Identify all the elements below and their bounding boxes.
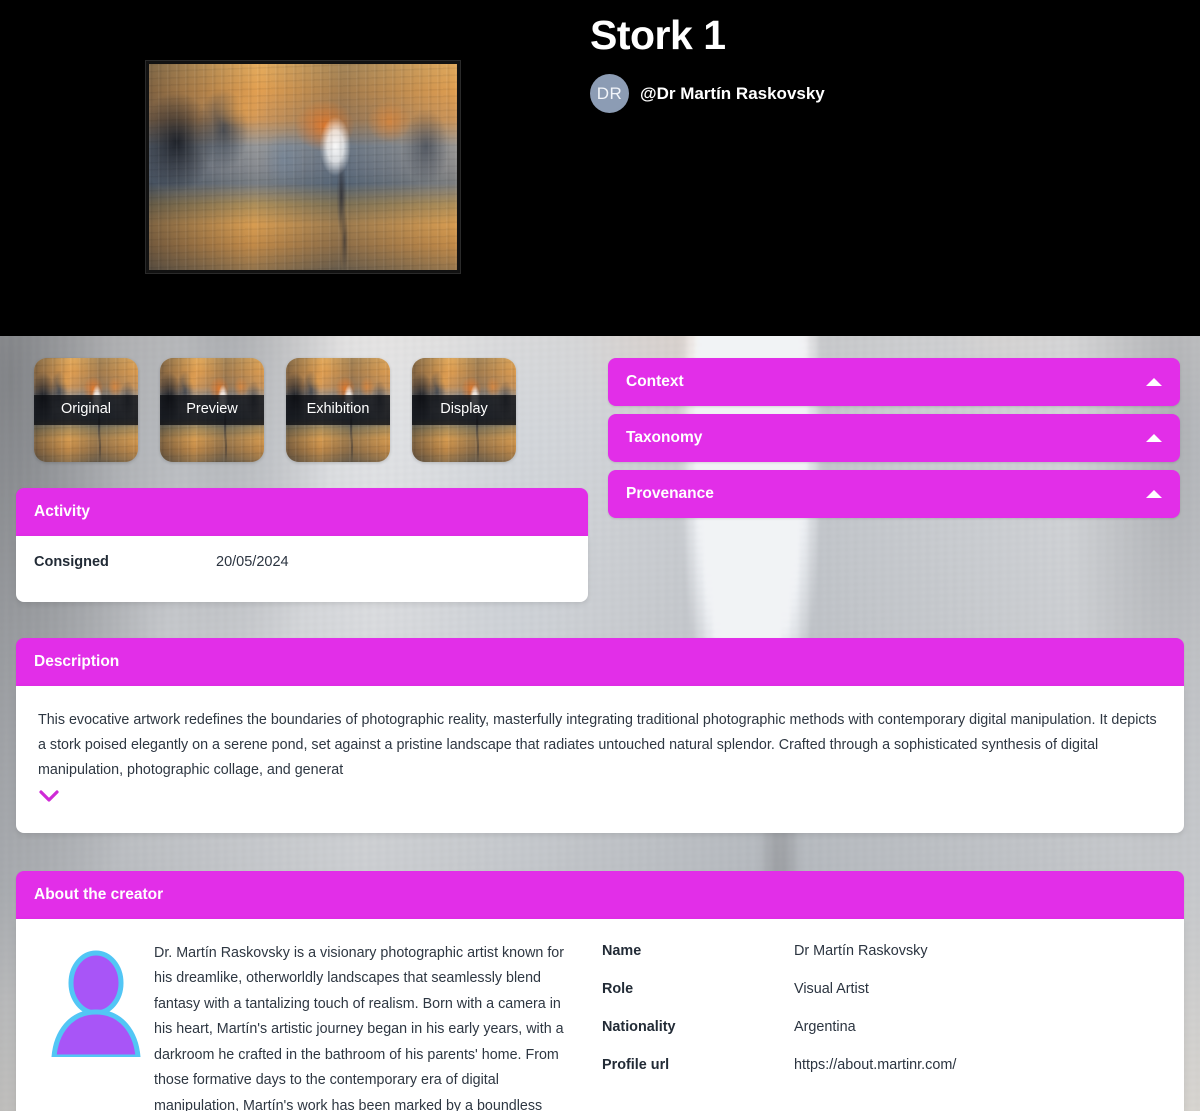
chevron-down-icon[interactable]	[38, 789, 60, 803]
field-value: Argentina	[794, 1019, 856, 1036]
field-key: Nationality	[602, 1019, 676, 1036]
thumbnail-label: Original	[34, 395, 138, 425]
thumbnail-exhibition[interactable]: Exhibition	[286, 358, 390, 462]
creator-bio: Dr. Martín Raskovsky is a visionary phot…	[154, 945, 565, 1111]
activity-card: Activity Consigned 20/05/2024	[16, 488, 588, 602]
description-title: Description	[34, 653, 120, 670]
thumbnail-preview[interactable]: Preview	[160, 358, 264, 462]
activity-body: Consigned 20/05/2024	[16, 536, 588, 602]
field-value[interactable]: https://about.martinr.com/	[794, 1057, 956, 1073]
avatar: DR	[590, 74, 629, 114]
accordion-item-provenance[interactable]: Provenance	[608, 470, 1180, 518]
triangle-up-icon	[1146, 490, 1162, 498]
description-body: This evocative artwork redefines the bou…	[16, 686, 1184, 834]
field-key: Name	[602, 943, 642, 960]
activity-row: Consigned 20/05/2024	[16, 536, 588, 602]
hero-meta: Stork 1 DR @Dr Martín Raskovsky	[590, 12, 1200, 114]
artwork-hero-image[interactable]	[146, 61, 460, 273]
thumbnail-label: Exhibition	[286, 395, 390, 425]
hero-banner: Stork 1 DR @Dr Martín Raskovsky	[0, 0, 1200, 336]
metadata-accordion: Context Taxonomy Provenance	[608, 358, 1180, 518]
thumbnail-display[interactable]: Display	[412, 358, 516, 462]
accordion-item-taxonomy[interactable]: Taxonomy	[608, 414, 1180, 462]
creator-field-nationality: Nationality Argentina	[602, 1019, 1162, 1035]
creator-header[interactable]: About the creator	[16, 871, 1184, 920]
accordion-item-context[interactable]: Context	[608, 358, 1180, 406]
accordion-label: Provenance	[626, 485, 714, 502]
thumbnail-gallery: Original Preview Exhibition Display	[16, 358, 588, 462]
top-grid: Original Preview Exhibition Display Acti…	[16, 336, 1184, 602]
creator-title: About the creator	[34, 886, 164, 904]
description-card: Description This evocative artwork redef…	[16, 638, 1184, 834]
field-key: Role	[602, 981, 634, 998]
accordion-label: Taxonomy	[626, 429, 703, 446]
right-column: Context Taxonomy Provenance	[608, 358, 1180, 602]
activity-row-value: 20/05/2024	[216, 554, 289, 570]
accordion-label: Context	[626, 373, 684, 390]
creator-field-role: Role Visual Artist	[602, 981, 1162, 997]
field-key: Profile url	[602, 1057, 670, 1074]
activity-header[interactable]: Activity	[16, 488, 588, 536]
creator-field-profile-url: Profile url https://about.martinr.com/	[602, 1057, 1162, 1073]
creator-body: Dr. Martín Raskovsky is a visionary phot…	[16, 919, 1184, 1111]
page-title: Stork 1	[590, 12, 726, 58]
creator-fields: Name Dr Martín Raskovsky Role Visual Art…	[602, 941, 1162, 1111]
description-text: This evocative artwork redefines the bou…	[38, 712, 1157, 779]
triangle-up-icon	[1146, 434, 1162, 442]
thumbnail-label: Display	[412, 395, 516, 425]
triangle-up-icon	[1146, 378, 1162, 386]
description-header[interactable]: Description	[16, 638, 1184, 686]
left-column: Original Preview Exhibition Display Acti…	[16, 358, 588, 602]
thumbnail-original[interactable]: Original	[34, 358, 138, 462]
activity-row-key: Consigned	[34, 554, 109, 570]
activity-title: Activity	[34, 503, 90, 520]
creator-handle-row[interactable]: DR @Dr Martín Raskovsky	[590, 74, 1200, 114]
thumbnail-label: Preview	[160, 395, 264, 425]
creator-field-name: Name Dr Martín Raskovsky	[602, 943, 1162, 959]
creator-card: About the creator Dr. Martín Raskovsky i…	[16, 871, 1184, 1111]
artwork-detail-page: Stork 1 DR @Dr Martín Raskovsky Original	[0, 0, 1200, 1111]
field-value: Visual Artist	[794, 981, 869, 998]
content-area: Original Preview Exhibition Display Acti…	[0, 336, 1200, 1111]
creator-handle[interactable]: @Dr Martín Raskovsky	[640, 84, 825, 104]
field-value: Dr Martín Raskovsky	[794, 943, 928, 960]
person-silhouette-icon	[51, 950, 141, 1058]
creator-avatar-wrap	[38, 941, 154, 1111]
